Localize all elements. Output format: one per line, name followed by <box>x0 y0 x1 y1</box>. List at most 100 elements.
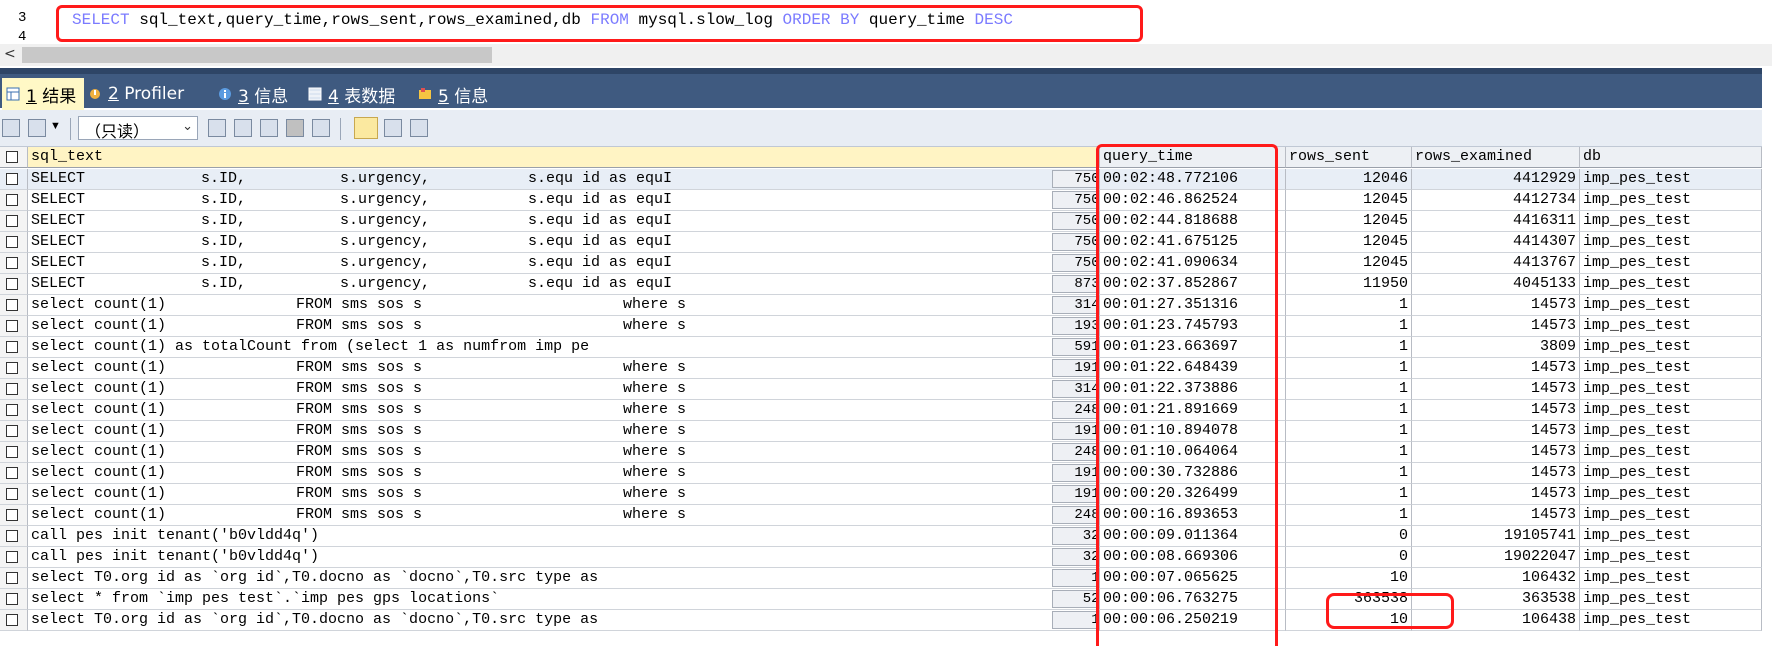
sql-text-cell[interactable]: SELECT s.ID, s.urgency, s.equ id as equI 750… <box>28 211 1100 232</box>
blob-size-badge[interactable]: 750B <box>1052 170 1099 188</box>
db-cell[interactable]: imp_pes_test <box>1580 610 1762 631</box>
row-checkbox[interactable] <box>6 299 18 311</box>
row-checkbox-cell[interactable] <box>0 484 28 505</box>
rows-examined-cell[interactable]: 14573 <box>1412 400 1580 421</box>
rows-sent-cell[interactable]: 1 <box>1286 316 1412 337</box>
read-only-mode-select[interactable]: （只读） ⌄ <box>78 116 198 141</box>
rows-examined-cell[interactable]: 106432 <box>1412 568 1580 589</box>
row-checkbox-cell[interactable] <box>0 505 28 526</box>
sql-editor[interactable]: 3 4 SELECT sql_text,query_time,rows_sent… <box>0 0 1772 44</box>
db-cell[interactable]: imp_pes_test <box>1580 295 1762 316</box>
db-cell[interactable]: imp_pes_test <box>1580 190 1762 211</box>
table-row[interactable]: call pes init tenant('b0vldd4q')32B00:00… <box>0 526 1762 547</box>
blob-size-badge[interactable]: 1K <box>1052 611 1099 629</box>
row-checkbox-cell[interactable] <box>0 295 28 316</box>
blob-size-badge[interactable]: 591B <box>1052 338 1099 356</box>
import-icon[interactable] <box>28 119 46 137</box>
row-checkbox[interactable] <box>6 593 18 605</box>
rows-examined-cell[interactable]: 14573 <box>1412 505 1580 526</box>
row-checkbox-cell[interactable] <box>0 337 28 358</box>
table-row[interactable]: SELECT s.ID, s.urgency, s.equ id as equI 873… <box>0 274 1762 295</box>
tab-results[interactable]: 1 结果 <box>2 78 85 110</box>
row-checkbox-cell[interactable] <box>0 253 28 274</box>
sql-text-cell[interactable]: SELECT s.ID, s.urgency, s.equ id as equI 750… <box>28 169 1100 190</box>
editor-horizontal-scrollbar[interactable]: < <box>0 44 1772 66</box>
blob-size-badge[interactable]: 191B <box>1052 422 1099 440</box>
duplicate-row-icon[interactable] <box>234 119 252 137</box>
blob-size-badge[interactable]: 191B <box>1052 359 1099 377</box>
row-checkbox-cell[interactable] <box>0 421 28 442</box>
select-all-checkbox-cell[interactable] <box>0 147 28 168</box>
row-checkbox-cell[interactable] <box>0 379 28 400</box>
db-cell[interactable]: imp_pes_test <box>1580 463 1762 484</box>
table-row[interactable]: select T0.org id as `org id`,T0.docno as… <box>0 610 1762 631</box>
scrollbar-thumb[interactable] <box>22 47 492 63</box>
sql-text-cell[interactable]: select count(1) FROM sms sos s where s 191B <box>28 421 1100 442</box>
row-checkbox-cell[interactable] <box>0 400 28 421</box>
form-view-icon[interactable] <box>384 119 402 137</box>
table-row[interactable]: select count(1) FROM sms sos s where s 248B… <box>0 505 1762 526</box>
rows-sent-cell[interactable]: 10 <box>1286 568 1412 589</box>
db-cell[interactable]: imp_pes_test <box>1580 484 1762 505</box>
table-row[interactable]: select count(1) FROM sms sos s where s 191B… <box>0 358 1762 379</box>
row-checkbox[interactable] <box>6 215 18 227</box>
sql-text-cell[interactable]: SELECT s.ID, s.urgency, s.equ id as equI 873… <box>28 274 1100 295</box>
table-row[interactable]: select count(1) FROM sms sos s where s 248B… <box>0 400 1762 421</box>
sql-text-cell[interactable]: call pes init tenant('b0vldd4q') 32B <box>28 526 1100 547</box>
blob-size-badge[interactable]: 191B <box>1052 464 1099 482</box>
export-grid-icon[interactable] <box>2 119 20 137</box>
row-checkbox-cell[interactable] <box>0 610 28 631</box>
rows-examined-cell[interactable]: 19022047 <box>1412 547 1580 568</box>
table-row[interactable]: select count(1) FROM sms sos s where s 314B… <box>0 295 1762 316</box>
table-row[interactable]: SELECT s.ID, s.urgency, s.equ id as equI 750… <box>0 211 1762 232</box>
db-cell[interactable]: imp_pes_test <box>1580 274 1762 295</box>
db-cell[interactable]: imp_pes_test <box>1580 253 1762 274</box>
scroll-left-arrow[interactable]: < <box>4 46 16 62</box>
table-row[interactable]: SELECT s.ID, s.urgency, s.equ id as equI 750… <box>0 169 1762 190</box>
rows-examined-cell[interactable]: 14573 <box>1412 379 1580 400</box>
db-cell[interactable]: imp_pes_test <box>1580 589 1762 610</box>
rows-examined-cell[interactable]: 14573 <box>1412 316 1580 337</box>
grid-view-icon[interactable] <box>354 117 378 139</box>
rows-examined-cell[interactable]: 14573 <box>1412 463 1580 484</box>
db-cell[interactable]: imp_pes_test <box>1580 442 1762 463</box>
row-checkbox[interactable] <box>6 488 18 500</box>
row-checkbox-cell[interactable] <box>0 589 28 610</box>
table-row[interactable]: select count(1) FROM sms sos s where s 314B… <box>0 379 1762 400</box>
row-checkbox-cell[interactable] <box>0 316 28 337</box>
row-checkbox-cell[interactable] <box>0 169 28 190</box>
tab-info-2[interactable]: 5 信息 <box>418 80 488 108</box>
db-cell[interactable]: imp_pes_test <box>1580 568 1762 589</box>
rows-examined-cell[interactable]: 4414307 <box>1412 232 1580 253</box>
table-row[interactable]: select count(1) FROM sms sos s where s 193B… <box>0 316 1762 337</box>
rows-sent-cell[interactable]: 1 <box>1286 442 1412 463</box>
rows-sent-cell[interactable]: 1 <box>1286 505 1412 526</box>
row-checkbox[interactable] <box>6 530 18 542</box>
rows-sent-cell[interactable]: 1 <box>1286 337 1412 358</box>
row-checkbox[interactable] <box>6 467 18 479</box>
tab-info[interactable]: 3 信息 <box>218 80 288 108</box>
rows-sent-cell[interactable]: 12045 <box>1286 253 1412 274</box>
blob-size-badge[interactable]: 193B <box>1052 317 1099 335</box>
blob-size-badge[interactable]: 750B <box>1052 191 1099 209</box>
rows-sent-cell[interactable]: 12045 <box>1286 211 1412 232</box>
row-checkbox[interactable] <box>6 236 18 248</box>
blob-size-badge[interactable]: 314B <box>1052 380 1099 398</box>
row-checkbox[interactable] <box>6 320 18 332</box>
rows-examined-cell[interactable]: 4413767 <box>1412 253 1580 274</box>
rows-examined-cell[interactable]: 4412734 <box>1412 190 1580 211</box>
rows-examined-cell[interactable]: 4416311 <box>1412 211 1580 232</box>
sql-text-cell[interactable]: select count(1) FROM sms sos s where s 314B <box>28 295 1100 316</box>
delete-icon[interactable] <box>286 119 304 137</box>
sql-text-cell[interactable]: select count(1) FROM sms sos s where s 248B <box>28 442 1100 463</box>
db-cell[interactable]: imp_pes_test <box>1580 400 1762 421</box>
blob-size-badge[interactable]: 750B <box>1052 254 1099 272</box>
rows-sent-cell[interactable]: 1 <box>1286 358 1412 379</box>
tab-profiler[interactable]: 2 Profiler <box>88 80 184 108</box>
row-checkbox[interactable] <box>6 425 18 437</box>
blob-size-badge[interactable]: 248B <box>1052 506 1099 524</box>
row-checkbox[interactable] <box>6 614 18 626</box>
checkbox[interactable] <box>6 151 18 163</box>
column-header-rows-examined[interactable]: rows_examined <box>1412 147 1580 168</box>
sql-text-cell[interactable]: select count(1) as totalCount from (sele… <box>28 337 1100 358</box>
